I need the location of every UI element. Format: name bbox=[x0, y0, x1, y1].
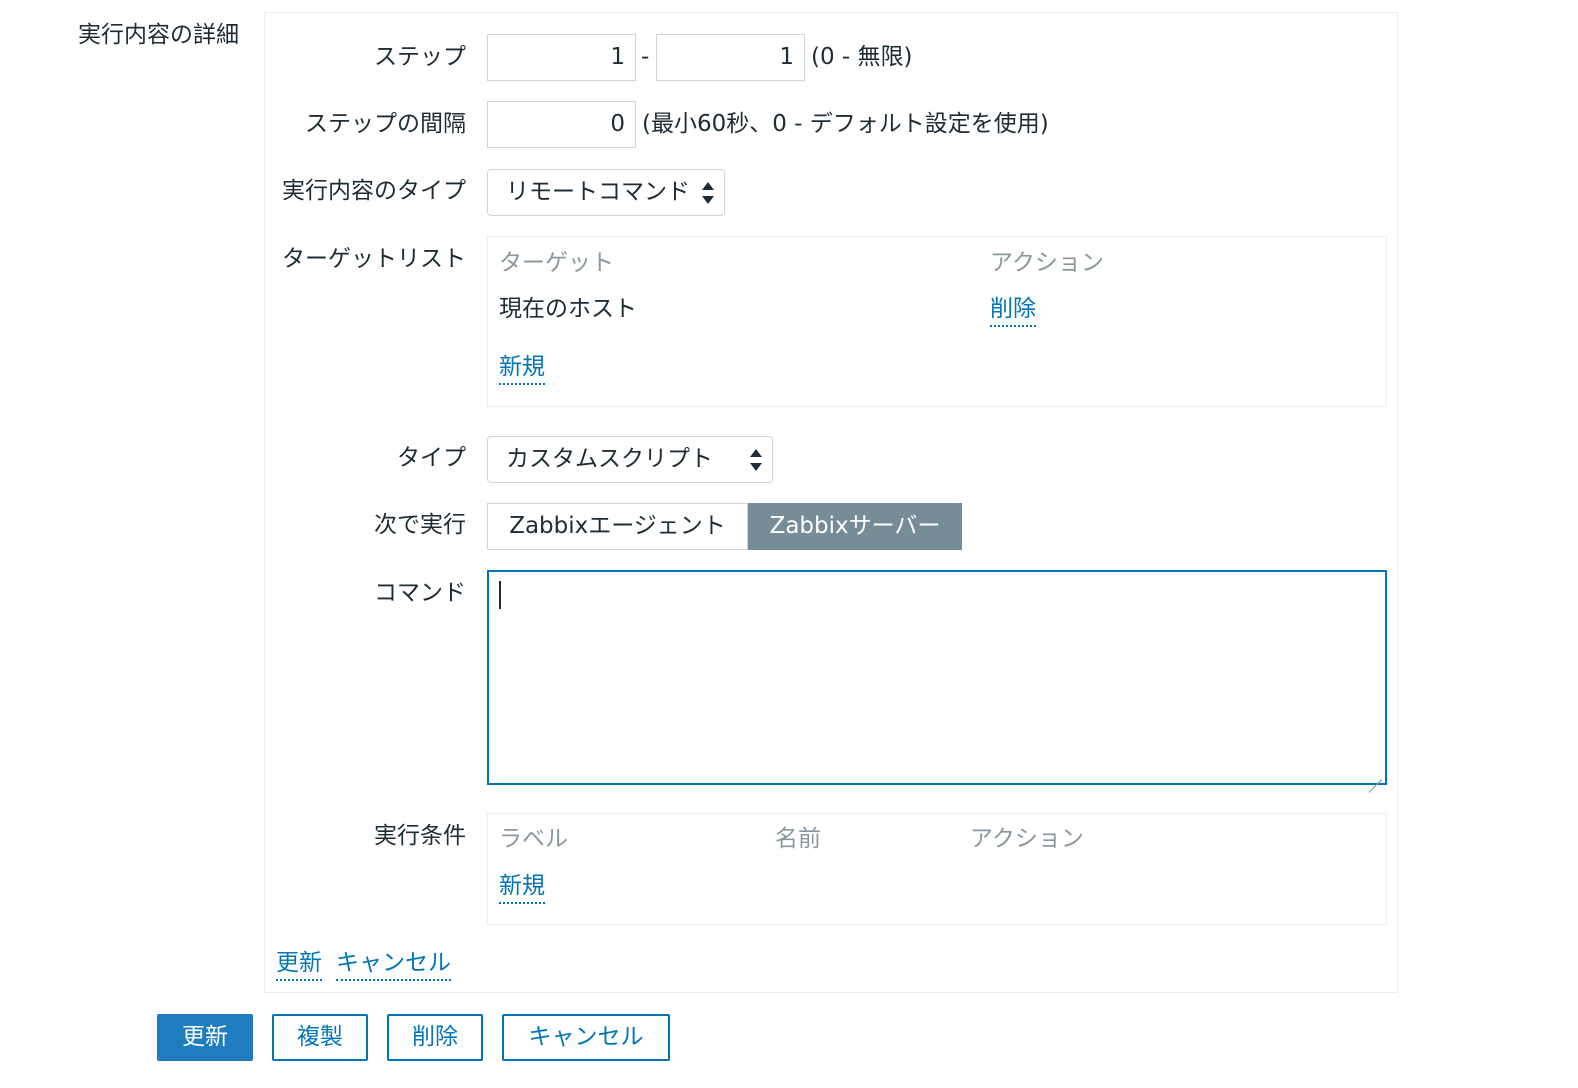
condition-name-column-header: 名前 bbox=[775, 826, 821, 852]
operation-type-selected: リモートコマンド bbox=[506, 179, 690, 205]
script-type-label: タイプ bbox=[397, 445, 466, 471]
target-add-link[interactable]: 新規 bbox=[499, 352, 545, 385]
conditions-label: 実行条件 bbox=[374, 823, 466, 849]
steps-label: ステップ bbox=[374, 44, 466, 70]
select-arrows-icon bbox=[702, 182, 714, 204]
delete-button[interactable]: 削除 bbox=[387, 1014, 483, 1061]
cancel-button[interactable]: キャンセル bbox=[502, 1014, 670, 1061]
step-interval-input[interactable]: 0 bbox=[487, 101, 636, 148]
script-type-select[interactable]: カスタムスクリプト bbox=[487, 436, 773, 483]
clone-button[interactable]: 複製 bbox=[272, 1014, 368, 1061]
command-textarea[interactable] bbox=[487, 570, 1387, 785]
update-button[interactable]: 更新 bbox=[157, 1014, 253, 1061]
condition-label-column-header: ラベル bbox=[499, 826, 568, 852]
target-action-column-header: アクション bbox=[990, 250, 1104, 276]
section-title: 実行内容の詳細 bbox=[78, 22, 239, 48]
step-to-input[interactable]: 1 bbox=[656, 34, 805, 81]
target-remove-link[interactable]: 削除 bbox=[990, 294, 1036, 327]
execute-on-label: 次で実行 bbox=[374, 512, 466, 538]
target-list-label: ターゲットリスト bbox=[282, 246, 466, 272]
execute-on-server-option[interactable]: Zabbixサーバー bbox=[748, 503, 962, 550]
condition-add-link[interactable]: 新規 bbox=[499, 871, 545, 904]
conditions-table bbox=[487, 813, 1387, 925]
operation-cancel-link[interactable]: キャンセル bbox=[336, 948, 451, 981]
resize-handle-icon[interactable] bbox=[1368, 766, 1382, 780]
script-type-selected: カスタムスクリプト bbox=[506, 446, 713, 472]
steps-note: (0 - 無限) bbox=[811, 44, 913, 70]
target-row-name: 現在のホスト bbox=[499, 296, 637, 322]
step-interval-label: ステップの間隔 bbox=[305, 111, 466, 137]
command-label: コマンド bbox=[374, 580, 466, 606]
execute-on-agent-option[interactable]: Zabbixエージェント bbox=[487, 503, 748, 550]
operation-type-select[interactable]: リモートコマンド bbox=[487, 169, 725, 216]
steps-separator: - bbox=[641, 44, 650, 70]
operation-update-link[interactable]: 更新 bbox=[276, 948, 322, 981]
condition-action-column-header: アクション bbox=[970, 826, 1084, 852]
step-from-input[interactable]: 1 bbox=[487, 34, 636, 81]
select-arrows-icon bbox=[750, 449, 762, 471]
operation-type-label: 実行内容のタイプ bbox=[282, 178, 466, 204]
target-column-header: ターゲット bbox=[499, 250, 614, 276]
text-caret bbox=[499, 581, 501, 609]
step-interval-note: (最小60秒、0 - デフォルト設定を使用) bbox=[642, 111, 1049, 137]
